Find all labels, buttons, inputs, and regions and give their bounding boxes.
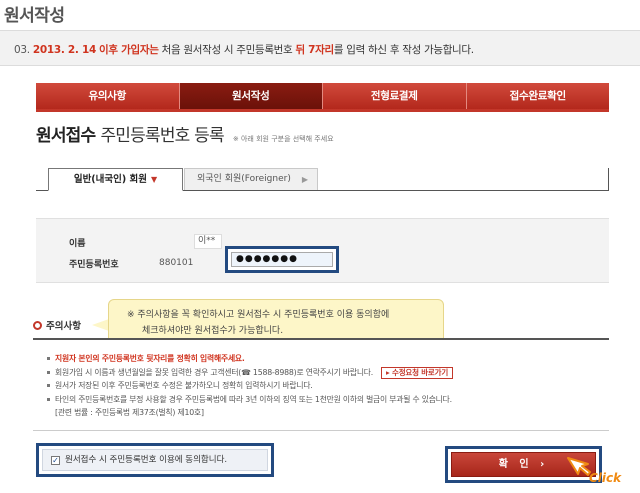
- caution-item-3: 원서가 저장된 이후 주민등록번호 수정은 불가하오니 정확히 입력하시기 바랍…: [47, 379, 609, 393]
- fix-request-link[interactable]: ▸ 수정요청 바로가기: [381, 366, 454, 379]
- tabs-border: [608, 168, 609, 191]
- notice-end: 를 입력 하신 후 작성 가능합니다.: [333, 44, 474, 56]
- ssn-back-input[interactable]: ●●●●●●●: [231, 252, 333, 267]
- notice-number: 03.: [14, 44, 30, 56]
- caution-list: 지원자 본인의 주민등록번호 뒷자리를 정확히 입력해주세요. 회원가입 시 이…: [33, 340, 609, 420]
- name-value: 이**: [194, 234, 222, 249]
- tab-domestic[interactable]: 일반(내국인) 회원 ▼: [48, 168, 183, 191]
- notice-banner: 03. 2013. 2. 14 이후 가입자는 처음 원서작성 시 주민등록번호…: [0, 30, 640, 66]
- step-navigation: 유의사항 원서작성 전형료결제 접수완료확인: [36, 83, 609, 109]
- tooltip-line-2: 체크하셔야만 원서접수가 가능합니다.: [142, 326, 284, 336]
- page-title: 원서작성: [4, 6, 65, 26]
- heading-main: 원서접수: [36, 126, 96, 146]
- notice-middle: 처음 원서작성 시 주민등록번호: [161, 44, 293, 56]
- checkbox-icon[interactable]: ✓: [51, 456, 60, 465]
- click-label: Click: [589, 471, 622, 485]
- steps-underline: [36, 109, 609, 112]
- step-confirmation[interactable]: 접수완료확인: [466, 83, 609, 109]
- ssn-label: 주민등록번호: [69, 260, 119, 270]
- caution-heading: 주의사항: [33, 318, 81, 332]
- chevron-right-icon: ▶: [301, 175, 308, 184]
- notice-date: 2013. 2. 14: [32, 44, 96, 56]
- caret-down-icon: ▼: [151, 175, 158, 184]
- step-precautions[interactable]: 유의사항: [36, 83, 180, 109]
- caution-item-1: 지원자 본인의 주민등록번호 뒷자리를 정확히 입력해주세요.: [47, 352, 609, 366]
- caution-item-2-text: 회원가입 시 이름과 생년월일을 잘못 입력한 경우 고객센터(☎ 1588-8…: [55, 367, 374, 377]
- caution-item-5: [관련 법률 : 주민등록법 제37조(벌칙) 제10호]: [55, 408, 204, 417]
- notice-highlight: 뒤 7자리: [295, 44, 334, 56]
- caution-box: 지원자 본인의 주민등록번호 뒷자리를 정확히 입력해주세요. 회원가입 시 이…: [33, 338, 609, 431]
- notice-after: 이후 가입자는: [99, 44, 159, 56]
- member-type-tabs: 일반(내국인) 회원 ▼ 외국인 회원(Foreigner) ▶: [36, 168, 609, 191]
- heading-sub: 주민등록번호 등록: [100, 126, 224, 146]
- agree-label: 원서접수 시 주민등록번호 이용에 동의합니다.: [65, 455, 228, 465]
- agree-checkbox-row[interactable]: ✓ 원서접수 시 주민등록번호 이용에 동의합니다.: [42, 449, 268, 471]
- caution-item-2: 회원가입 시 이름과 생년월일을 잘못 입력한 경우 고객센터(☎ 1588-8…: [47, 366, 609, 380]
- tooltip-line-1: ※ 주의사항을 꼭 확인하시고 원서접수 시 주민등록번호 이용 동의함에: [127, 310, 390, 320]
- caution-title: 주의사항: [46, 321, 81, 332]
- name-label: 이름: [69, 239, 86, 249]
- step-application[interactable]: 원서작성: [179, 83, 323, 109]
- circle-icon: [33, 321, 42, 330]
- caution-item-4: 타인의 주민등록번호를 부정 사용할 경우 주민등록법에 따라 3년 이하의 징…: [47, 393, 609, 407]
- agree-highlight-frame: ✓ 원서접수 시 주민등록번호 이용에 동의합니다.: [36, 443, 274, 477]
- section-heading: 원서접수 주민등록번호 등록 ※ 아래 회원 구분을 선택해 주세요: [36, 121, 334, 146]
- heading-hint: ※ 아래 회원 구분을 선택해 주세요: [232, 135, 334, 143]
- step-payment[interactable]: 전형료결제: [323, 83, 467, 109]
- ssn-front: 880101: [159, 258, 194, 268]
- tab-domestic-label: 일반(내국인) 회원: [73, 174, 147, 185]
- tooltip-tail: [92, 319, 109, 331]
- tab-foreign-label: 외국인 회원(Foreigner): [197, 174, 291, 184]
- member-info-box: 이름 이** 주민등록번호 880101 ●●●●●●●: [36, 218, 609, 283]
- tab-foreign[interactable]: 외국인 회원(Foreigner) ▶: [184, 168, 318, 190]
- ssn-highlight-frame: ●●●●●●●: [225, 246, 339, 273]
